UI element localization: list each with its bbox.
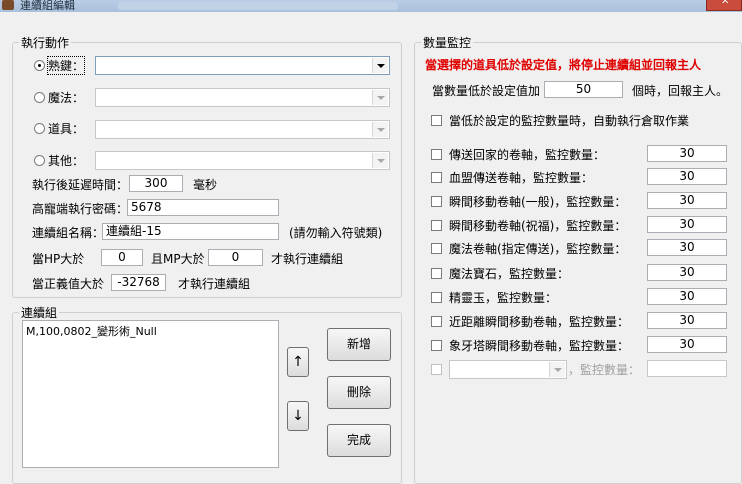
auto-warehouse-checkbox[interactable]	[431, 115, 442, 126]
custom-monitor-label: ，監控數量：	[568, 363, 641, 377]
radio-item[interactable]	[34, 123, 45, 134]
window-title: 連續組編輯	[20, 0, 75, 12]
monitor-quantity-input[interactable]: 30	[647, 145, 727, 162]
delay-input[interactable]: 300	[129, 175, 183, 192]
justice-label: 當正義值大於	[32, 277, 105, 291]
monitor-item-label: 精靈玉，監控數量：	[449, 291, 558, 305]
custom-item-combo	[449, 360, 567, 379]
custom-monitor-checkbox	[431, 364, 442, 375]
chevron-down-icon	[372, 153, 388, 168]
monitor-item-label: 魔法寶石，監控數量：	[449, 267, 570, 281]
move-down-button[interactable]: ↓	[287, 401, 309, 431]
hotkey-combo[interactable]	[95, 56, 390, 75]
justice-suffix: 才執行連續組	[178, 277, 251, 291]
radio-magic-label: 魔法：	[48, 91, 85, 105]
hp-input[interactable]: 0	[101, 249, 143, 266]
move-up-button[interactable]: ↑	[287, 347, 309, 377]
monitor-warning: 當選擇的道具低於設定值，將停止連續組並回報主人	[425, 58, 702, 72]
monitor-checkbox[interactable]	[431, 172, 442, 183]
threshold-input[interactable]: 50	[544, 81, 623, 98]
monitor-checkbox[interactable]	[431, 292, 442, 303]
close-icon: ✕	[721, 0, 730, 7]
monitor-group-legend: 數量監控	[423, 36, 472, 50]
app-icon	[2, 0, 14, 10]
radio-other-label: 其他：	[48, 154, 85, 168]
monitor-checkbox[interactable]	[431, 340, 442, 351]
hp-label: 當HP大於	[32, 252, 85, 266]
chevron-down-icon	[372, 122, 388, 137]
monitor-item-label: 魔法卷軸(指定傳送)，監控數量：	[449, 242, 627, 256]
item-combo	[95, 120, 390, 139]
radio-hotkey-label: 熟鍵：	[46, 56, 86, 75]
sequence-group-legend: 連續組	[21, 306, 58, 320]
monitor-item-label: 近距離瞬間移動卷軸，監控數量：	[449, 315, 630, 329]
monitor-quantity-input[interactable]: 30	[647, 192, 727, 209]
monitor-checkbox[interactable]	[431, 268, 442, 279]
monitor-quantity-input[interactable]: 30	[647, 312, 727, 329]
monitor-checkbox[interactable]	[431, 196, 442, 207]
monitor-checkbox[interactable]	[431, 149, 442, 160]
threshold-suffix: 個時，回報主人。	[632, 84, 729, 98]
radio-hotkey[interactable]	[34, 60, 45, 71]
sequence-name-input[interactable]: 連續組-15	[102, 223, 279, 240]
list-item[interactable]: M,100,0802_變形術_Null	[26, 323, 275, 339]
arrow-down-icon: ↓	[292, 408, 304, 424]
monitor-checkbox[interactable]	[431, 316, 442, 327]
other-combo	[95, 151, 390, 170]
chevron-down-icon[interactable]	[372, 58, 388, 73]
radio-item-label: 道具：	[48, 122, 85, 136]
close-button[interactable]: ✕	[706, 0, 742, 11]
monitor-item-label: 傳送回家的卷軸，監控數量：	[449, 148, 606, 162]
monitor-item-label: 象牙塔瞬間移動卷軸，監控數量：	[449, 339, 630, 353]
monitor-checkbox[interactable]	[431, 243, 442, 254]
title-bar-obscured	[118, 2, 398, 10]
password-input[interactable]: 5678	[127, 199, 279, 216]
sequence-name-label: 連續組名稱：	[32, 226, 105, 240]
radio-magic[interactable]	[34, 92, 45, 103]
monitor-quantity-input[interactable]: 30	[647, 336, 727, 353]
monitor-group: 數量監控	[414, 34, 742, 484]
custom-quantity-input	[647, 360, 727, 377]
radio-other[interactable]	[34, 155, 45, 166]
delay-label: 執行後延遲時間：	[32, 178, 129, 192]
monitor-quantity-input[interactable]: 30	[647, 216, 727, 233]
hpmp-suffix: 才執行連續組	[271, 252, 344, 266]
monitor-item-label: 瞬間移動卷軸(一般)，監控數量：	[449, 195, 627, 209]
sequence-name-hint: (請勿輸入符號類)	[289, 226, 383, 240]
monitor-item-label: 血盟傳送卷軸，監控數量：	[449, 171, 594, 185]
delay-unit: 毫秒	[193, 178, 218, 192]
mp-label: 且MP大於	[151, 252, 205, 266]
password-label: 高寵端執行密碼：	[32, 202, 129, 216]
title-bar: 連續組編輯 ✕	[0, 0, 742, 12]
monitor-quantity-input[interactable]: 30	[647, 264, 727, 281]
threshold-prefix: 當數量低於設定值加	[432, 84, 541, 98]
monitor-quantity-input[interactable]: 30	[647, 288, 727, 305]
monitor-quantity-input[interactable]: 30	[647, 239, 727, 256]
add-button[interactable]: 新增	[327, 328, 391, 361]
done-button[interactable]: 完成	[327, 424, 391, 457]
delete-button[interactable]: 刪除	[327, 376, 391, 409]
magic-combo	[95, 88, 390, 107]
mp-input[interactable]: 0	[208, 249, 263, 266]
action-group-legend: 執行動作	[21, 36, 70, 50]
arrow-up-icon: ↑	[292, 354, 304, 370]
sequence-list[interactable]: M,100,0802_變形術_Null	[22, 320, 279, 468]
monitor-quantity-input[interactable]: 30	[647, 168, 727, 185]
monitor-checkbox[interactable]	[431, 220, 442, 231]
auto-warehouse-label: 當低於設定的監控數量時，自動執行倉取作業	[449, 114, 690, 128]
chevron-down-icon	[549, 362, 565, 377]
monitor-item-label: 瞬間移動卷軸(祝福)，監控數量：	[449, 219, 627, 233]
justice-input[interactable]: -32768	[111, 274, 166, 291]
chevron-down-icon	[372, 90, 388, 105]
